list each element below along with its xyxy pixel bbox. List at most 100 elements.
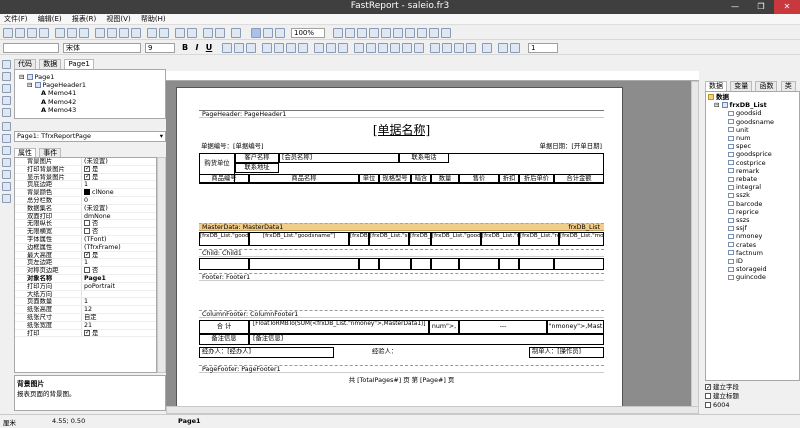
property-row[interactable]: 总分栏数 0: [15, 196, 156, 205]
tool-b-icon[interactable]: [345, 28, 355, 38]
master-cell[interactable]: [frxDB_List."goodsid"]: [199, 232, 249, 246]
master-cell[interactable]: [frxDB_List."un: [349, 232, 369, 246]
property-value[interactable]: 1: [81, 298, 156, 306]
checkbox[interactable]: [84, 165, 90, 173]
font-size-select[interactable]: 9: [145, 43, 175, 53]
data-field[interactable]: sszk: [708, 191, 799, 199]
style-select[interactable]: [3, 43, 59, 53]
checkbox[interactable]: [84, 220, 90, 227]
edit-text-tool-icon[interactable]: [2, 96, 11, 105]
frame-right-icon[interactable]: [390, 43, 400, 53]
child-cell[interactable]: [554, 258, 604, 270]
child-cell[interactable]: [411, 258, 431, 270]
page-header-band[interactable]: PageHeader: PageHeader1 [单据名称] 单据编号：[单据编…: [199, 110, 604, 200]
tree-item-memo[interactable]: A Memo43: [19, 106, 165, 114]
tab-page1[interactable]: Page1: [64, 59, 94, 69]
text-tool-icon[interactable]: [482, 43, 492, 53]
text-object-icon[interactable]: [2, 134, 11, 143]
property-value[interactable]: 12: [81, 306, 156, 313]
child-cell[interactable]: [519, 258, 554, 270]
child-cell[interactable]: [199, 258, 249, 270]
tree-item-page[interactable]: ⊟ Page1: [19, 73, 165, 81]
property-row[interactable]: 对象名称 Page1: [15, 274, 156, 283]
data-dataset[interactable]: ⊟ frxDB_List: [708, 101, 799, 109]
align-icon[interactable]: [231, 28, 241, 38]
tab-classes[interactable]: 类: [780, 81, 796, 91]
italic-button[interactable]: I: [192, 43, 202, 53]
shadow-icon[interactable]: [430, 43, 440, 53]
property-value[interactable]: (TFont): [81, 235, 156, 243]
property-row[interactable]: 打印方向 poPortrait: [15, 282, 156, 291]
column-header[interactable]: 商品编号: [199, 174, 249, 184]
master-data-band[interactable]: MasterData: MasterData1 frxDB_List [frxD…: [199, 223, 604, 247]
line-width-select[interactable]: 1: [528, 43, 558, 53]
align-bottom-icon[interactable]: [338, 43, 348, 53]
data-field[interactable]: factnum: [708, 249, 799, 257]
shape-object-icon[interactable]: [2, 182, 11, 191]
option-row[interactable]: 6004: [705, 401, 800, 410]
total-mid[interactable]: num">,: [429, 320, 459, 334]
property-value[interactable]: (未设置): [81, 204, 156, 212]
align-middle-icon[interactable]: [326, 43, 336, 53]
total-right[interactable]: "nmoney">,Mast: [547, 320, 604, 334]
maximize-button[interactable]: ❐: [748, 0, 774, 14]
column-header[interactable]: 折扣: [499, 174, 519, 184]
doc-date[interactable]: 单据日期：[开单日期]: [539, 141, 602, 150]
data-field[interactable]: ID: [708, 257, 799, 265]
data-field[interactable]: barcode: [708, 200, 799, 208]
property-value[interactable]: poPortrait: [81, 282, 156, 290]
property-value[interactable]: 1: [81, 259, 156, 267]
column-header[interactable]: 暗含: [411, 174, 431, 184]
cut-icon[interactable]: [95, 28, 105, 38]
show-grid-icon[interactable]: [251, 28, 261, 38]
fit-grid-icon[interactable]: [275, 28, 285, 38]
column-header[interactable]: 折后单价: [519, 174, 554, 184]
checkbox[interactable]: [84, 228, 90, 235]
child-cell[interactable]: [379, 258, 411, 270]
tree-item-header[interactable]: ⊟ PageHeader1: [19, 81, 165, 89]
data-field[interactable]: nmoney: [708, 232, 799, 240]
property-row[interactable]: 边框属性 (TfrxFrame): [15, 243, 156, 252]
data-field[interactable]: sszs: [708, 216, 799, 224]
frame-all-icon[interactable]: [402, 43, 412, 53]
property-value[interactable]: 0: [81, 196, 156, 204]
child-cell[interactable]: [459, 258, 499, 270]
data-field[interactable]: integral: [708, 183, 799, 191]
checkbox[interactable]: [84, 329, 90, 336]
frame-none-icon[interactable]: [414, 43, 424, 53]
data-field[interactable]: goodsname: [708, 118, 799, 126]
tab-data-tree[interactable]: 数据: [705, 81, 727, 91]
picture-object-icon[interactable]: [2, 146, 11, 155]
column-header[interactable]: 合计金额: [554, 174, 604, 184]
align-left-icon[interactable]: [262, 43, 272, 53]
data-field[interactable]: guincode: [708, 273, 799, 281]
new-icon[interactable]: [3, 28, 13, 38]
property-value[interactable]: dmNone: [81, 212, 156, 220]
frame-left-icon[interactable]: [378, 43, 388, 53]
property-row[interactable]: 最大高度 是: [15, 251, 156, 260]
tool-j-icon[interactable]: [441, 28, 451, 38]
tab-functions[interactable]: 函数: [755, 81, 778, 91]
checker[interactable]: 经验人：: [369, 347, 459, 358]
subreport-object-icon[interactable]: [2, 158, 11, 167]
frame-top-icon[interactable]: [354, 43, 364, 53]
child-cell[interactable]: [431, 258, 459, 270]
property-row[interactable]: 无限纵长 否: [15, 220, 156, 229]
tab-code[interactable]: 代码: [14, 59, 36, 69]
property-row[interactable]: 页左边距 1: [15, 259, 156, 268]
redo-icon[interactable]: [159, 28, 169, 38]
option-row[interactable]: 建立字段: [705, 383, 800, 392]
master-cell[interactable]: [frxDB_List: [409, 232, 431, 246]
band-tool-icon[interactable]: [2, 122, 11, 131]
save-icon[interactable]: [27, 28, 37, 38]
master-cell[interactable]: [frxDB_List."re: [481, 232, 519, 246]
highlight-icon[interactable]: [234, 43, 244, 53]
maker[interactable]: 制单人：[操作员]: [529, 347, 604, 358]
child-cell[interactable]: [249, 258, 359, 270]
tool-e-icon[interactable]: [381, 28, 391, 38]
align-center-icon[interactable]: [274, 43, 284, 53]
property-value[interactable]: 是: [81, 329, 156, 337]
checkbox[interactable]: [705, 393, 711, 399]
column-header[interactable]: 数量: [431, 174, 459, 184]
property-value[interactable]: clNone: [81, 189, 156, 196]
